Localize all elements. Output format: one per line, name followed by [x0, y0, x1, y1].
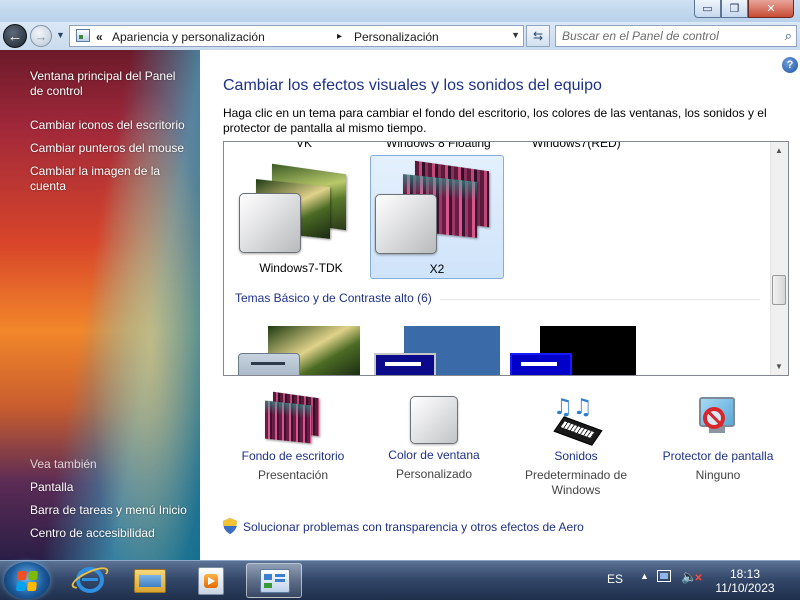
refresh-icon: ⇆	[532, 29, 544, 43]
theme-color-swatch	[375, 194, 437, 254]
sounds-setting[interactable]: ♫♫ Sonidos Predeterminado de Windows	[516, 393, 636, 498]
screen-saver-icon	[691, 393, 745, 445]
sidebar-link-mouse-pointers[interactable]: Cambiar punteros del mouse	[30, 141, 184, 156]
theme-label-partial: Windows 8 Floating	[386, 141, 491, 150]
folder-icon	[134, 569, 166, 593]
search-icon[interactable]: ⌕	[785, 28, 792, 44]
theme-color-swatch	[239, 193, 301, 253]
page-title: Cambiar los efectos visuales y los sonid…	[223, 77, 602, 94]
theme-list-scrollbar[interactable]: ▲ ▼	[770, 142, 788, 375]
refresh-button[interactable]: ⇆	[526, 25, 550, 47]
media-player-icon	[198, 567, 224, 595]
high-contrast-swatch	[510, 353, 572, 375]
see-also-heading: Vea también	[30, 457, 97, 471]
scroll-down-icon[interactable]: ▼	[775, 362, 783, 371]
search-input[interactable]	[562, 28, 767, 44]
show-hidden-icons-icon[interactable]: ▲	[640, 571, 649, 581]
address-dropdown-icon[interactable]: ▼	[511, 30, 520, 40]
window-title-bar: ▭ ❐ ✕	[0, 0, 800, 22]
sounds-link[interactable]: Sonidos	[516, 449, 636, 463]
system-clock[interactable]: 18:13 11/10/2023	[705, 567, 785, 595]
maximize-button[interactable]: ❐	[721, 0, 748, 18]
control-panel-icon	[76, 29, 90, 42]
sidebar-link-accessibility[interactable]: Centro de accesibilidad	[30, 526, 155, 541]
control-panel-taskbar-icon	[260, 569, 290, 593]
sidebar-link-desktop-icons[interactable]: Cambiar iconos del escritorio	[30, 118, 185, 133]
desktop-background-setting[interactable]: Fondo de escritorio Presentación	[238, 391, 348, 483]
sidebar-link-account-picture[interactable]: Cambiar la imagen de la cuenta	[30, 164, 170, 194]
aero-troubleshoot-link[interactable]: Solucionar problemas con transparencia y…	[243, 520, 584, 534]
navigation-bar: ← → ▼ « Apariencia y personalización ▸ P…	[0, 22, 800, 50]
screen-saver-setting[interactable]: Protector de pantalla Ninguno	[658, 393, 778, 483]
window-color-icon	[410, 396, 458, 444]
window-color-setting[interactable]: Color de ventana Personalizado	[384, 393, 484, 482]
close-button[interactable]: ✕	[748, 0, 794, 18]
theme-windows7-tdk[interactable]: Windows7-TDK	[234, 155, 368, 279]
windows-logo-icon	[15, 571, 39, 591]
group-divider	[440, 299, 760, 300]
scrollbar-thumb[interactable]	[772, 275, 786, 305]
high-contrast-swatch	[374, 353, 436, 375]
help-icon[interactable]: ?	[782, 57, 798, 73]
address-bar[interactable]: « Apariencia y personalización ▸ Persona…	[69, 25, 524, 47]
breadcrumb-personalizacion[interactable]: Personalización	[354, 30, 439, 44]
screen-saver-value: Ninguno	[695, 468, 741, 482]
taskbar: ES ▲ 🔈✕ 18:13 11/10/2023	[0, 560, 800, 600]
theme-list: VK Windows 8 Floating Windows7(RED) Wind…	[223, 141, 789, 376]
start-button[interactable]	[4, 562, 50, 599]
breadcrumb-apariencia[interactable]: Apariencia y personalización	[112, 30, 265, 44]
screen-saver-link[interactable]: Protector de pantalla	[658, 449, 778, 463]
taskbar-windows-explorer[interactable]	[122, 563, 178, 598]
left-task-pane: Ventana principal del Panel de control C…	[0, 50, 200, 560]
breadcrumb-overflow[interactable]: «	[96, 30, 103, 44]
window-color-value: Personalizado	[395, 467, 473, 481]
clock-date: 11/10/2023	[715, 581, 775, 595]
sounds-value: Predeterminado de Windows	[524, 468, 628, 497]
taskbar-internet-explorer[interactable]	[62, 563, 118, 598]
theme-name: X2	[429, 262, 445, 276]
volume-muted-icon[interactable]: 🔈✕	[681, 569, 706, 585]
taskbar-control-panel[interactable]	[246, 563, 302, 598]
sounds-icon: ♫♫	[549, 393, 603, 446]
theme-x2[interactable]: X2	[370, 155, 504, 279]
basic-themes-group-title: Temas Básico y de Contraste alto (6)	[235, 291, 432, 305]
breadcrumb-separator-icon[interactable]: ▸	[337, 31, 342, 42]
network-icon[interactable]	[657, 570, 671, 582]
scroll-up-icon[interactable]: ▲	[775, 146, 783, 155]
back-button[interactable]: ←	[3, 24, 27, 48]
desktop-background-value: Presentación	[257, 468, 329, 482]
theme-name: Windows7-TDK	[259, 261, 343, 275]
sidebar-link-display[interactable]: Pantalla	[30, 480, 73, 495]
basic-theme-swatch	[238, 353, 300, 375]
theme-label-partial: VK	[296, 141, 313, 150]
search-box[interactable]: ⌕	[555, 25, 797, 47]
minimize-button[interactable]: ▭	[694, 0, 721, 18]
clock-time: 18:13	[729, 567, 761, 581]
caption-buttons: ▭ ❐ ✕	[694, 0, 794, 18]
desktop-background-icon	[263, 391, 323, 445]
page-description: Haga clic en un tema para cambiar el fon…	[223, 106, 767, 135]
taskbar-media-player[interactable]	[184, 563, 240, 598]
input-language-indicator[interactable]: ES	[607, 572, 623, 586]
forward-button[interactable]: →	[30, 25, 52, 47]
window-color-link[interactable]: Color de ventana	[384, 448, 484, 462]
desktop-background-link[interactable]: Fondo de escritorio	[238, 449, 348, 463]
uac-shield-icon	[223, 518, 237, 534]
sidebar-link-taskbar[interactable]: Barra de tareas y menú Inicio	[30, 503, 187, 518]
theme-label-partial: Windows7(RED)	[532, 141, 621, 150]
recent-pages-dropdown-icon[interactable]: ▼	[56, 30, 65, 40]
sidebar-link-control-panel-home[interactable]: Ventana principal del Panel de control	[30, 69, 192, 99]
